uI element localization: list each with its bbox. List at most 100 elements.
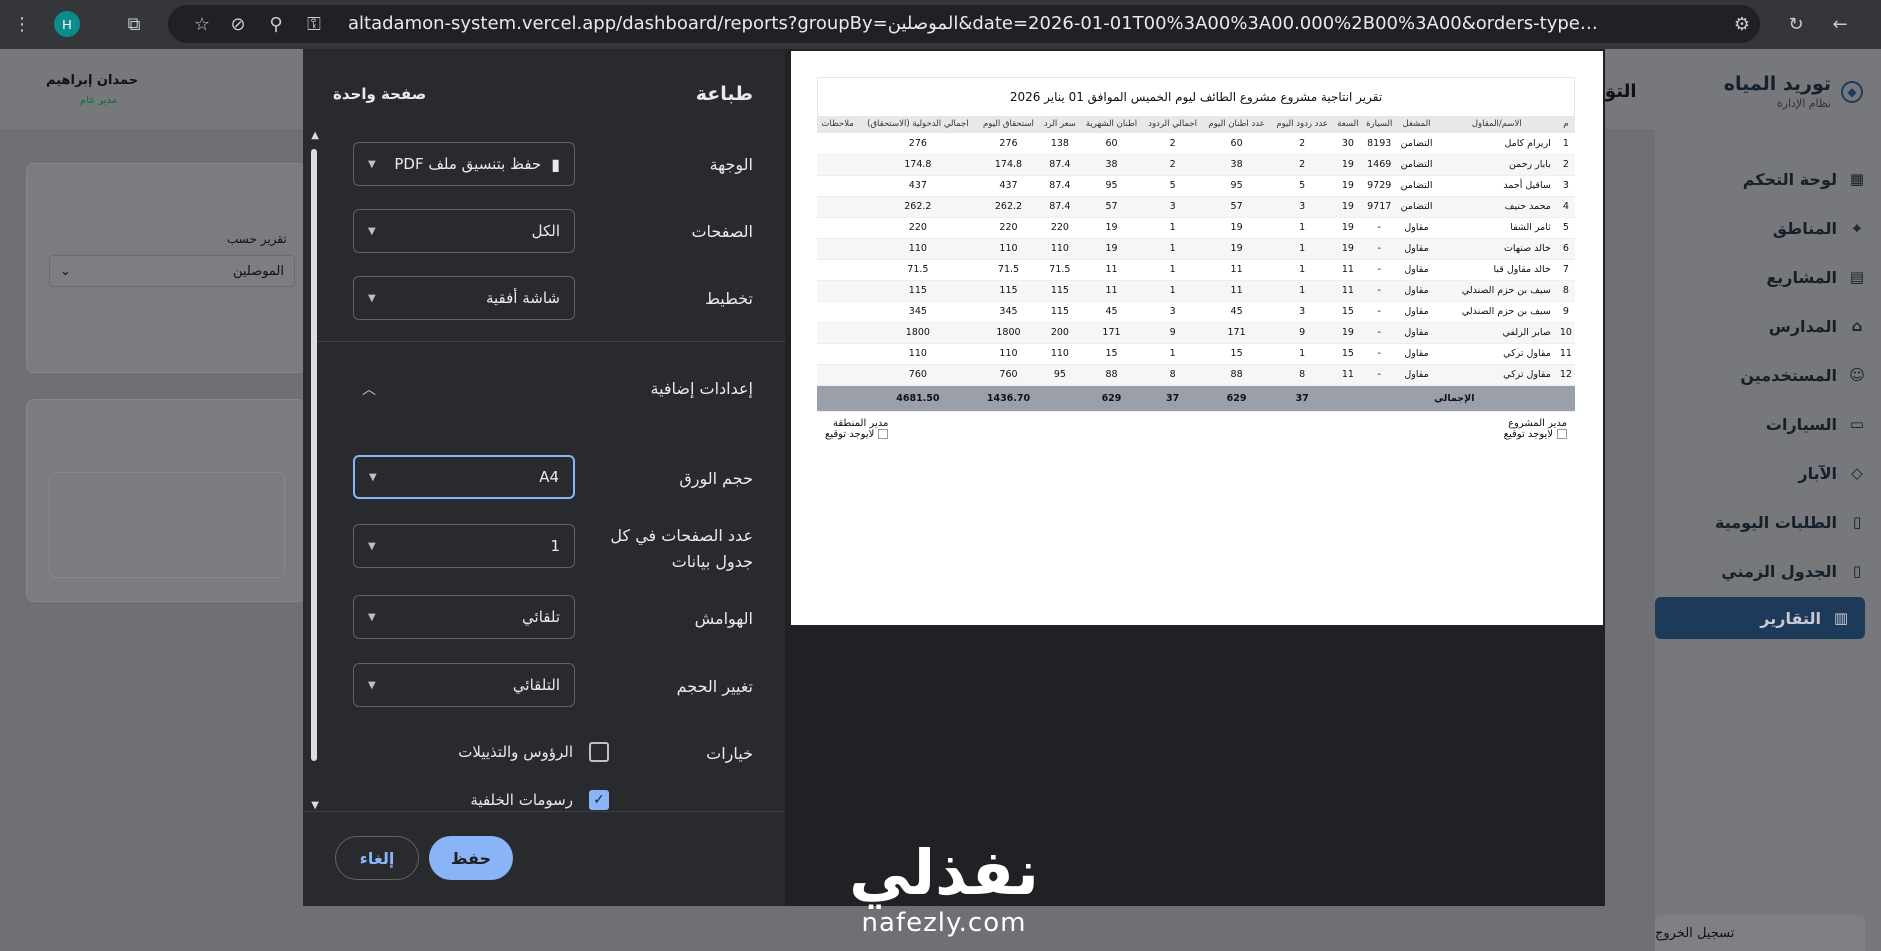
headers-footers-option[interactable]: الرؤوس والتذييلات <box>458 742 609 762</box>
table-cell: 19 <box>1333 196 1363 218</box>
dropdown-caret-icon: ▼ <box>368 611 376 623</box>
sidebar-item-users[interactable]: ☺ المستخدمين <box>1671 354 1881 396</box>
user-role: مدير عام <box>80 95 118 106</box>
schedule-icon: ▯ <box>1852 562 1862 580</box>
column-header: عدد ردود اليوم <box>1270 116 1334 133</box>
table-cell: 174.8 <box>977 154 1040 176</box>
address-bar[interactable]: ☆ ⊘ ⚲ ⚿ altadamon-system.vercel.app/dash… <box>168 5 1760 43</box>
table-cell: مقاول تركي <box>1436 343 1557 365</box>
background-graphics-checkbox[interactable]: ✓ <box>589 790 609 810</box>
table-cell: 19 <box>1202 238 1271 260</box>
table-cell: 1 <box>1270 343 1334 365</box>
sidebar-item-schedule[interactable]: ▯ الجدول الزمني <box>1671 550 1881 592</box>
eye-off-icon[interactable]: ⊘ <box>224 10 252 38</box>
print-title: طباعة <box>695 83 753 105</box>
table-cell: مقاول <box>1396 259 1437 281</box>
group-by-select[interactable]: ⌄ الموصلين <box>49 255 295 287</box>
key-icon[interactable]: ⚿ <box>300 10 328 38</box>
browser-toolbar: ⋮ H ⧉ ☆ ⊘ ⚲ ⚿ altadamon-system.vercel.ap… <box>0 0 1881 49</box>
table-cell: 171 <box>1202 322 1271 344</box>
chevron-up-icon[interactable]: ︿ <box>359 379 379 399</box>
table-cell: 1 <box>1142 238 1203 260</box>
filter-value: الموصلين <box>233 263 284 279</box>
sidebar-item-wells[interactable]: ◇ الآبار <box>1671 452 1881 494</box>
table-cell: - <box>1362 301 1397 323</box>
paper-size-select[interactable]: A4 ▼ <box>353 455 575 499</box>
table-cell: 45 <box>1202 301 1271 323</box>
back-icon[interactable]: ← <box>1826 10 1854 38</box>
table-cell: 10 <box>1556 322 1575 344</box>
table-cell: 2 <box>1142 133 1203 155</box>
sidebar-item-vehicles[interactable]: ▭ السيارات <box>1671 403 1881 445</box>
settings-scrollbar[interactable]: ▲ ▼ <box>309 131 319 811</box>
sidebar-item-reports[interactable]: ▥ التقارير <box>1655 597 1865 639</box>
table-cell: 3 <box>1142 301 1203 323</box>
report: تقرير انتاجية مشروع مشروع الطائف ليوم ال… <box>817 77 1575 458</box>
table-cell: 1 <box>1270 259 1334 281</box>
url-text[interactable]: altadamon-system.vercel.app/dashboard/re… <box>348 5 1610 43</box>
background-graphics-option[interactable]: ✓ رسومات الخلفية <box>470 790 609 810</box>
table-row: 3 ساقيل أحمد التضامن 9729 19 5 95 5 95 87.4 437 437 <box>817 175 1575 197</box>
sidebar-item-projects[interactable]: ▤ المشاريع <box>1671 256 1881 298</box>
site-settings-icon[interactable]: ⚙ <box>1728 10 1756 38</box>
table-cell: 95 <box>1080 175 1143 197</box>
headers-footers-checkbox[interactable] <box>589 742 609 762</box>
star-icon[interactable]: ☆ <box>188 10 216 38</box>
table-cell: 30 <box>1333 133 1363 155</box>
total-cell: الإجمالي <box>1333 385 1575 412</box>
table-cell: 87.4 <box>1039 154 1081 176</box>
save-button[interactable]: حفظ <box>429 836 513 880</box>
table-cell: خالد صنهات <box>1436 238 1557 260</box>
layout-value: شاشة أفقية <box>485 289 560 307</box>
table-cell: 760 <box>977 364 1040 386</box>
table-cell: 11 <box>1202 280 1271 302</box>
total-cell: 4681.50 <box>858 385 978 412</box>
table-cell <box>817 175 859 197</box>
table-row: 5 ثامر الشفا مقاول -19 1 19 1 19 220 220 220 <box>817 217 1575 239</box>
pages-per-sheet-select[interactable]: 1 ▼ <box>353 524 575 568</box>
scroll-up-icon[interactable]: ▲ <box>309 131 319 141</box>
table-cell: 60 <box>1202 133 1271 155</box>
table-cell: 3 <box>1270 196 1334 218</box>
scroll-down-icon[interactable]: ▼ <box>309 801 319 811</box>
table-cell: - <box>1362 259 1397 281</box>
table-cell: مقاول <box>1396 217 1437 239</box>
table-cell: 95 <box>1039 364 1081 386</box>
table-cell: 262.2 <box>858 196 978 218</box>
zoom-icon[interactable]: ⚲ <box>262 10 290 38</box>
pages-select[interactable]: الكل ▼ <box>353 209 575 253</box>
sidebar-item-schools[interactable]: ⌂ المدارس <box>1671 305 1881 347</box>
table-row: 1 اريرام كامل التضامن 8193 30 2 60 2 60 138 276 276 <box>817 133 1575 155</box>
layout-select[interactable]: شاشة أفقية ▼ <box>353 276 575 320</box>
sidebar-item-regions[interactable]: ⌖ المناطق <box>1671 207 1881 249</box>
sidebar: ◆ توريد المياه نظام الإدارة ▦ لوحة التحكم… <box>1655 49 1881 951</box>
table-cell <box>817 133 859 155</box>
destination-value: حفظ بتنسيق ملف PDF <box>394 155 542 173</box>
scroll-thumb[interactable] <box>311 149 317 761</box>
table-cell: 171 <box>1080 322 1143 344</box>
print-dialog: طباعة صفحة واحدة الوجهة ▮ حفظ بتنسيق ملف … <box>303 49 1605 906</box>
margins-select[interactable]: تلقائي ▼ <box>353 595 575 639</box>
more-settings-label[interactable]: إعدادات إضافية <box>650 376 753 402</box>
table-cell: 115 <box>977 280 1040 302</box>
extensions-icon[interactable]: ⧉ <box>120 10 148 38</box>
project-manager-label: مدير المشروع <box>1508 417 1567 429</box>
destination-select[interactable]: ▮ حفظ بتنسيق ملف PDF ▼ <box>353 142 575 186</box>
table-cell: 15 <box>1080 343 1143 365</box>
chevron-double-icon: ⌄ <box>60 263 71 279</box>
profile-avatar[interactable]: H <box>54 11 80 37</box>
table-cell: 345 <box>977 301 1040 323</box>
table-cell: 174.8 <box>858 154 978 176</box>
total-cell: 1436.70 <box>977 385 1040 412</box>
more-vert-icon[interactable]: ⋮ <box>8 10 36 38</box>
scale-select[interactable]: التلقائي ▼ <box>353 663 575 707</box>
table-row: 6 خالد صنهات مقاول -19 1 19 1 19 110 110 110 <box>817 238 1575 260</box>
logout-button[interactable]: تسجيل الخروج <box>1655 915 1865 951</box>
cancel-button[interactable]: إلغاء <box>335 836 419 880</box>
table-cell: 4 <box>1556 196 1575 218</box>
sidebar-item-dashboard[interactable]: ▦ لوحة التحكم <box>1671 158 1881 200</box>
table-cell: 19 <box>1080 217 1143 239</box>
table-cell: 19 <box>1202 217 1271 239</box>
reload-icon[interactable]: ↻ <box>1782 10 1810 38</box>
sidebar-item-daily-orders[interactable]: ▯ الطلبات اليومية <box>1671 501 1881 543</box>
